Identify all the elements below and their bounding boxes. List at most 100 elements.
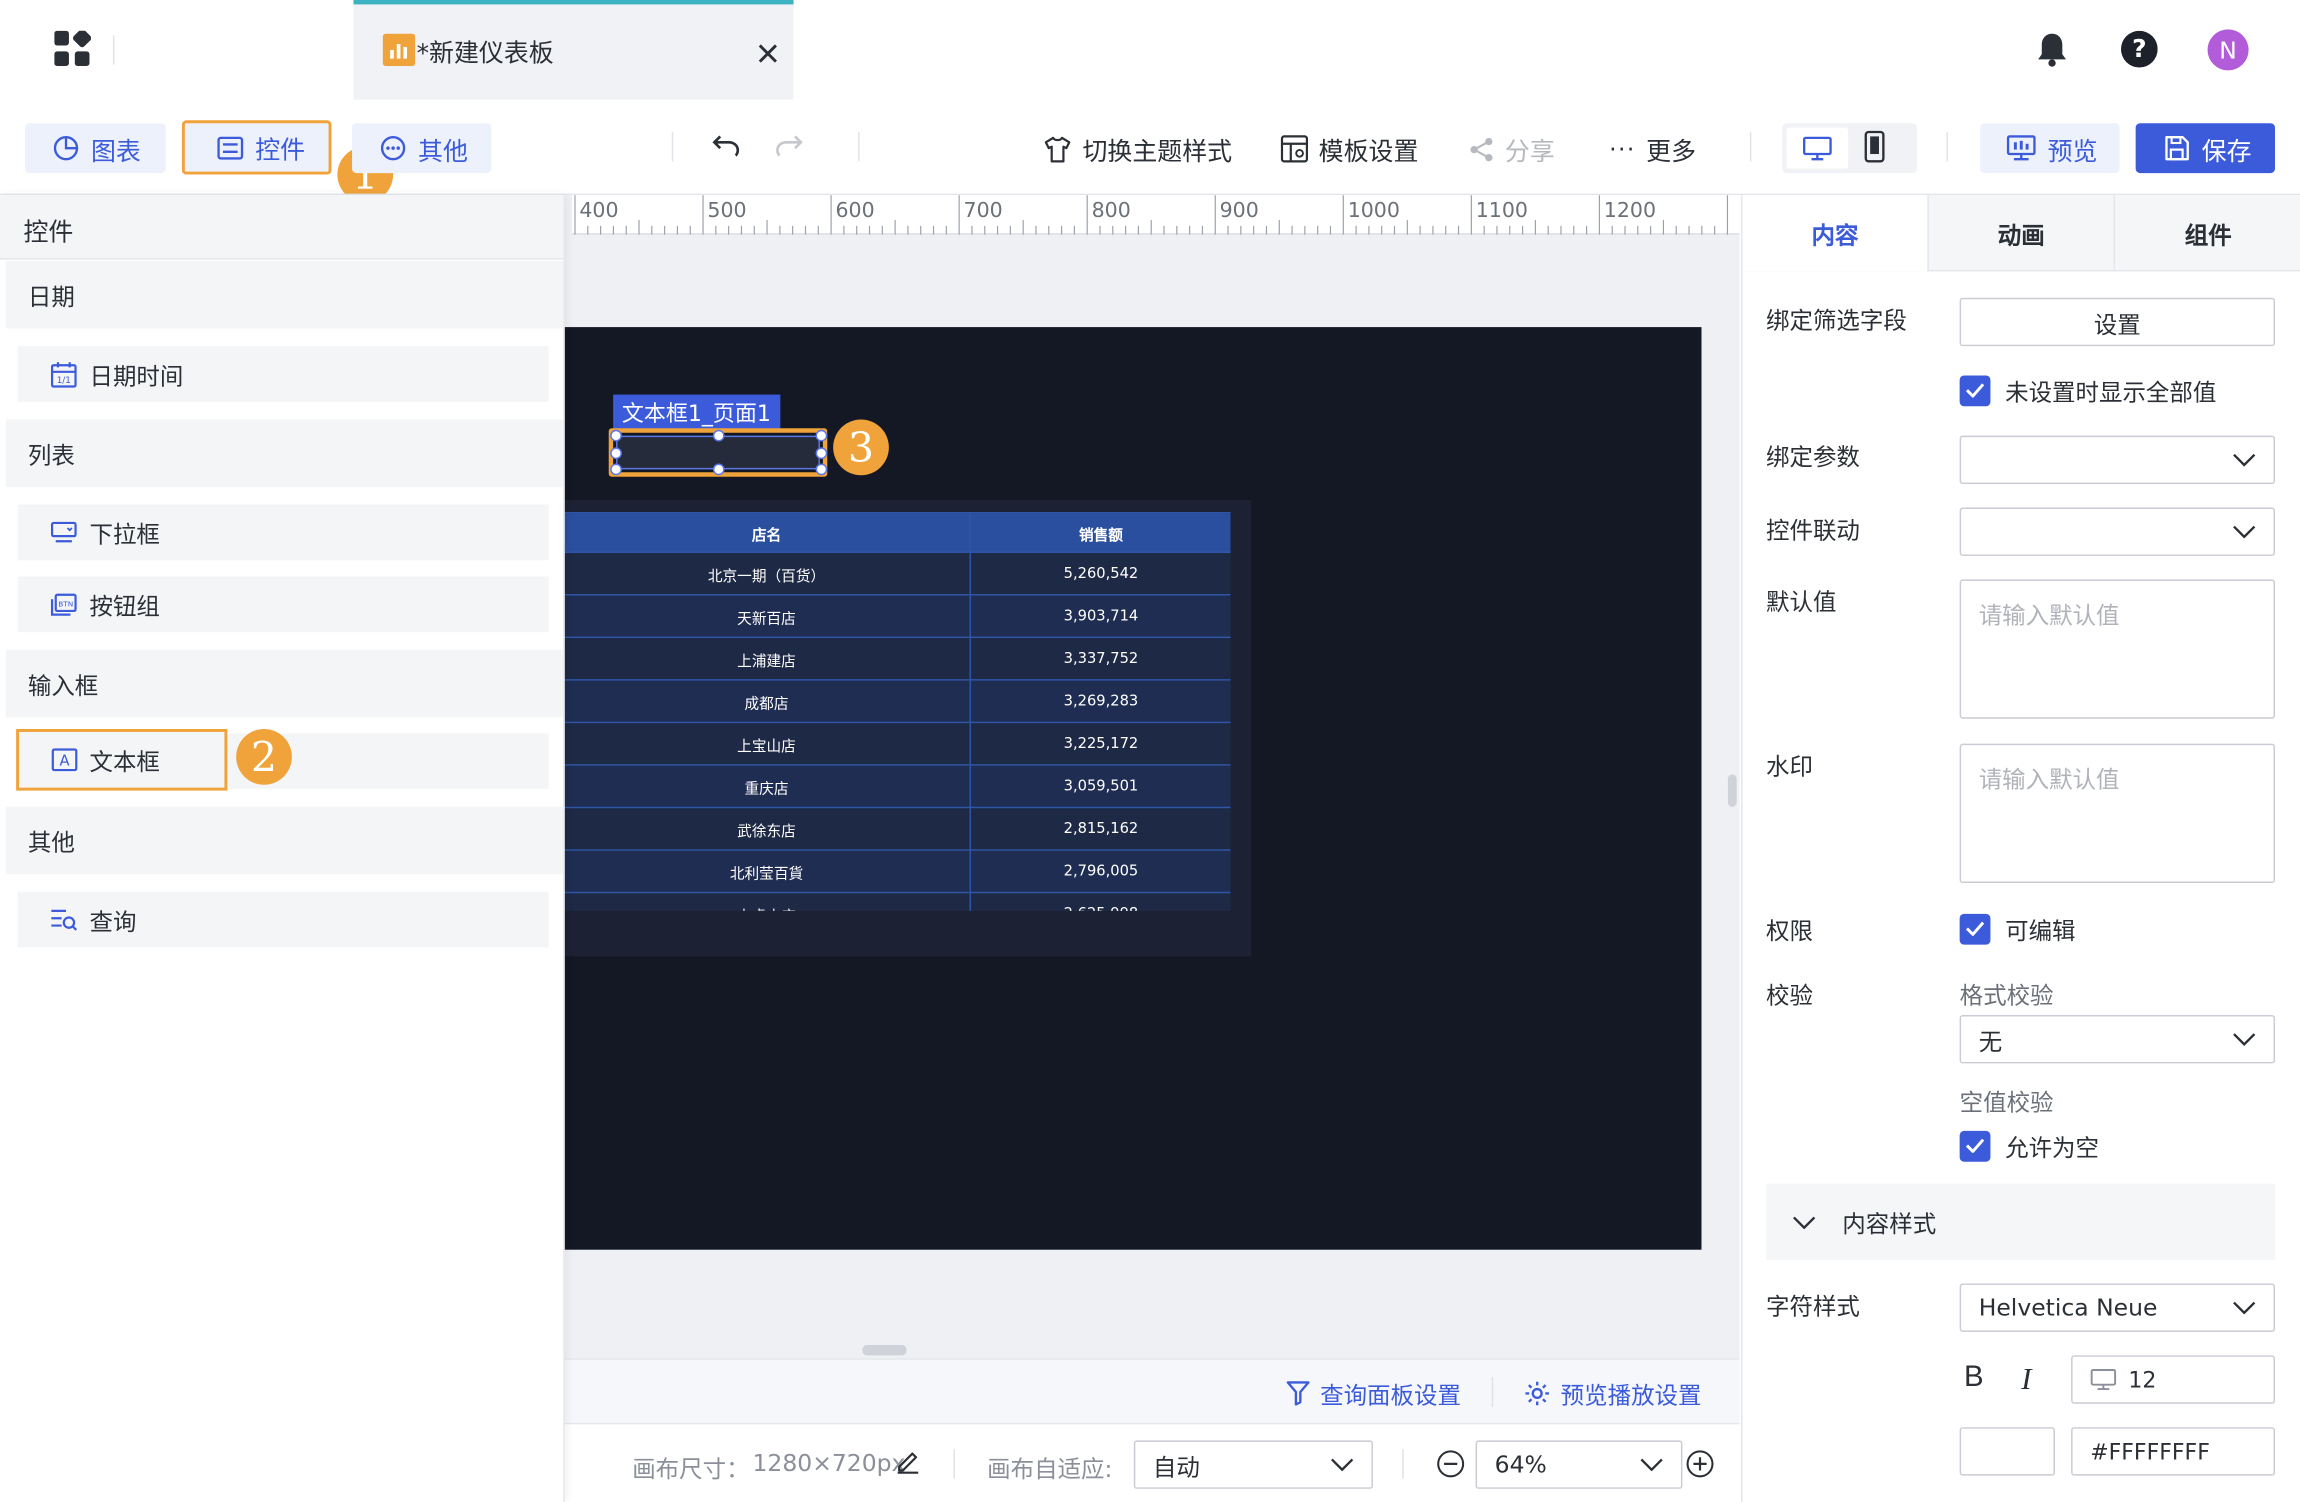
editable-checkbox[interactable]: 可编辑 [1959,911,2076,946]
zoom-out-icon[interactable] [1436,1449,1465,1478]
undo-icon[interactable] [711,132,740,158]
other-button-label: 其他 [418,137,468,167]
zoom-value: 64% [1494,1450,1547,1479]
preview-playback-settings-button[interactable]: 预览播放设置 [1524,1376,1702,1411]
widget-item-dropdown[interactable]: 下拉框 [17,504,549,561]
show-all-checkbox[interactable]: 未设置时显示全部值 [1959,373,2216,408]
bind-filter-label: 绑定筛选字段 [1766,306,1907,335]
widget-item-label: 文本框 [89,748,160,776]
ruler-label: 700 [964,198,1003,222]
widget-item-query[interactable]: 查询 [17,891,549,948]
query-panel-settings-button[interactable]: 查询面板设置 [1286,1376,1461,1411]
edit-pencil-icon[interactable] [895,1448,921,1474]
zoom-in-icon[interactable] [1685,1449,1714,1478]
divider [1946,132,1948,162]
fit-select[interactable]: 自动 [1133,1440,1373,1489]
more-button[interactable]: ··· 更多 [1609,131,1696,167]
table-row[interactable]: 成都店 3,269,283 [563,679,1231,723]
svg-text:A: A [60,753,70,770]
chart-button[interactable]: 图表 [24,123,166,174]
share-icon [1470,137,1493,161]
watermark-input[interactable]: 请输入默认值 [1959,743,2276,884]
resize-handle[interactable] [815,447,828,460]
content-style-section[interactable]: 内容样式 [1766,1183,2276,1260]
text-box-widget[interactable] [608,428,828,477]
bind-param-select[interactable] [1959,435,2276,485]
tab-dashboard[interactable]: *新建仪表板 [353,0,794,100]
color-hex-input[interactable]: #FFFFFFFF [2071,1427,2276,1476]
preview-button[interactable]: 预览 [1980,123,2120,174]
redo-icon[interactable] [774,132,803,158]
table-cell-store: 重庆店 [563,764,972,808]
widget-item-datetime[interactable]: 1/1 日期时间 [17,346,549,402]
horizontal-scrollbar-thumb[interactable] [862,1345,907,1356]
table-row[interactable]: 北京一期（百货） 5,260,542 [563,551,1231,595]
resize-handle[interactable] [610,463,622,476]
ruler-label: 400 [579,198,618,222]
resize-handle[interactable] [815,463,828,476]
tab-component[interactable]: 组件 [2113,195,2300,272]
resize-handle[interactable] [610,447,622,460]
linkage-select[interactable] [1959,507,2276,556]
bold-button[interactable]: B [1964,1361,1984,1395]
zoom-select[interactable]: 64% [1475,1440,1683,1489]
table-row[interactable]: 上宝山店 3,225,172 [563,721,1231,765]
italic-button[interactable]: I [2021,1361,2031,1398]
default-value-input[interactable]: 请输入默认值 [1959,579,2276,719]
bell-icon[interactable] [2036,31,2068,68]
theme-switch-button[interactable]: 切换主题样式 [1043,131,1232,167]
table-row[interactable]: 北利莹百貨 2,796,005 [563,849,1231,893]
vertical-scrollbar-thumb[interactable] [1727,774,1737,807]
table-row[interactable]: 上浦建店 3,337,752 [563,636,1231,680]
default-placeholder: 请输入默认值 [1978,601,2120,630]
save-icon [2165,135,2189,161]
save-button[interactable]: 保存 [2135,123,2276,174]
table-row[interactable]: 天新百店 3,903,714 [563,594,1231,638]
widget-item-textbox[interactable]: A 文本框 [16,728,228,791]
canvas-footer-bar: 查询面板设置 预览播放设置 [563,1358,1740,1423]
table-cell-store: 天新百店 [563,594,972,638]
template-settings-button[interactable]: 模板设置 [1280,131,1418,167]
checkbox-checked-icon [1959,1130,1991,1161]
other-button[interactable]: 其他 [352,123,492,174]
permission-label: 权限 [1766,916,1813,945]
table-row[interactable]: 上虎山店2,625,998 [563,891,1231,911]
table-cell-sales: 3,269,283 [970,679,1231,723]
format-validate-select[interactable]: 无 [1959,1015,2276,1064]
share-button[interactable]: 分享 [1468,131,1555,167]
close-tab-icon[interactable] [758,44,777,63]
table-row[interactable]: 重庆店 3,059,501 [563,764,1231,808]
widget-panel: 控件 日期 1/1 日期时间 列表 下拉框 BTN 按钮组 输入框 A 文本框 … [0,195,565,1502]
mobile-view-button[interactable] [1863,130,1886,163]
desktop-view-button[interactable] [1786,127,1849,169]
widget-item-button-group[interactable]: BTN 按钮组 [17,576,549,633]
chevron-down-icon [1640,1458,1663,1472]
resize-handle[interactable] [712,429,725,442]
apps-grid-icon[interactable] [54,30,91,68]
table-row[interactable]: 武徐东店 2,815,162 [563,806,1231,851]
table-header-sales[interactable]: 销售额 [970,511,1231,553]
properties-tabs: 内容 动画 组件 [1742,195,2300,272]
canvas-size-label: 画布尺寸： [632,1455,750,1483]
tab-content[interactable]: 内容 [1742,195,1928,272]
table-header-store[interactable]: 店名 [563,511,972,553]
table-cell-store: 武徐东店 [563,806,972,851]
color-swatch[interactable] [1959,1427,2055,1476]
avatar[interactable]: N [2207,29,2249,71]
font-family-select[interactable]: Helvetica Neue [1959,1283,2276,1332]
properties-panel: 内容 动画 组件 绑定筛选字段 设置 未设置时显示全部值 绑定参数 控件联动 默… [1741,195,2300,1502]
resize-handle[interactable] [610,429,622,442]
widget-panel-header: 控件 [0,195,564,260]
svg-text:BTN: BTN [58,599,73,608]
template-icon [1280,135,1309,163]
font-size-input[interactable]: 12 [2071,1355,2276,1404]
setup-button[interactable]: 设置 [1959,297,2276,347]
resize-handle[interactable] [815,429,828,442]
widget-button[interactable]: 控件 [181,120,332,175]
tab-animation[interactable]: 动画 [1927,195,2113,272]
resize-handle[interactable] [712,463,725,476]
checkbox-checked-icon [1959,913,1991,944]
fit-label: 画布自适应: [987,1455,1113,1483]
help-icon[interactable]: ? [2120,30,2158,68]
allow-empty-checkbox[interactable]: 允许为空 [1959,1128,2099,1163]
